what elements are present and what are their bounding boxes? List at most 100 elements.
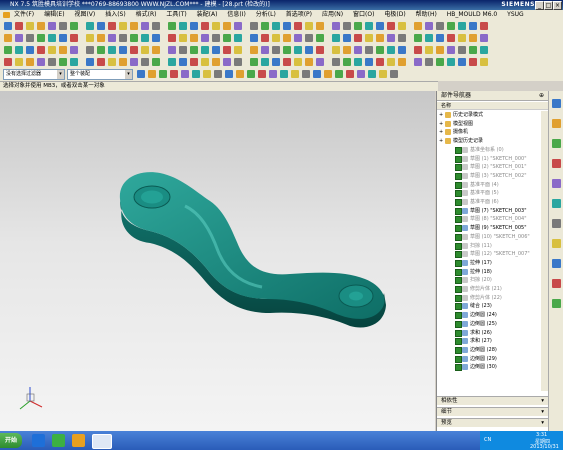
toolbar-icon[interactable] [376, 46, 384, 54]
toolbar-icon[interactable] [190, 58, 198, 66]
tree-node[interactable]: + 历史记录模式 [437, 111, 548, 119]
visibility-checkbox[interactable] [455, 233, 462, 241]
toolbar-icon[interactable] [398, 58, 406, 66]
toolbar-icon[interactable] [86, 58, 94, 66]
visibility-checkbox[interactable] [455, 286, 462, 293]
snap-point-icon[interactable] [324, 70, 332, 78]
visibility-checkbox[interactable] [455, 294, 462, 302]
toolbar-icon[interactable] [376, 58, 384, 66]
toolbar-icon[interactable] [272, 22, 280, 30]
visibility-checkbox[interactable] [455, 199, 462, 206]
toolbar-icon[interactable] [59, 46, 67, 54]
snap-point-icon[interactable] [203, 70, 211, 78]
menu-help[interactable]: 帮助(H) [416, 11, 437, 18]
visibility-checkbox[interactable] [455, 346, 462, 354]
toolbar-icon[interactable] [108, 58, 116, 66]
toolbar-icon[interactable] [250, 46, 258, 54]
toolbar-icon[interactable] [59, 34, 67, 42]
menu-preferences[interactable]: 首选项(P) [286, 11, 312, 18]
toolbar-icon[interactable] [141, 58, 149, 66]
toolbar-icon[interactable] [59, 58, 67, 66]
resource-tab-icon[interactable] [552, 259, 561, 268]
toolbar-icon[interactable] [26, 58, 34, 66]
toolbar-icon[interactable] [332, 22, 340, 30]
toolbar-icon[interactable] [119, 22, 127, 30]
menu-info[interactable]: 信息(I) [227, 11, 245, 18]
toolbar-icon[interactable] [354, 46, 362, 54]
visibility-checkbox[interactable] [455, 164, 462, 172]
panel-details[interactable]: 细节 ▾ [437, 407, 548, 416]
tree-node[interactable]: 草图 (10) "SKETCH_006" [437, 233, 548, 241]
toolbar-icon[interactable] [387, 22, 395, 30]
toolbar-icon[interactable] [70, 22, 78, 30]
tree-node[interactable]: 边倒圆 (25) [437, 320, 548, 328]
toolbar-icon[interactable] [190, 22, 198, 30]
visibility-checkbox[interactable] [455, 146, 462, 154]
snap-point-icon[interactable] [368, 70, 376, 78]
tree-node[interactable]: 求和 (27) [437, 337, 548, 346]
snap-point-icon[interactable] [247, 70, 255, 78]
toolbar-icon[interactable] [70, 46, 78, 54]
menu-file[interactable]: 文件(F) [14, 11, 34, 18]
toolbar-icon[interactable] [119, 34, 127, 42]
graphics-window[interactable] [0, 91, 435, 431]
tree-node[interactable]: 扫掠 (11) [437, 242, 548, 250]
toolbar-icon[interactable] [447, 46, 455, 54]
toolbar-icon[interactable] [316, 22, 324, 30]
toolbar-icon[interactable] [354, 22, 362, 30]
toolbar-icon[interactable] [305, 46, 313, 54]
toolbar-icon[interactable] [458, 46, 466, 54]
toolbar-icon[interactable] [26, 22, 34, 30]
toolbar-icon[interactable] [376, 34, 384, 42]
toolbar-icon[interactable] [26, 34, 34, 42]
toolbar-icon[interactable] [201, 58, 209, 66]
toolbar-icon[interactable] [212, 34, 220, 42]
tree-node[interactable]: 缝合 (23) [437, 302, 548, 311]
toolbar-icon[interactable] [343, 22, 351, 30]
tree-node[interactable]: 草图 (1) "SKETCH_000" [437, 155, 548, 163]
expand-icon[interactable]: + [439, 137, 443, 145]
visibility-checkbox[interactable] [455, 338, 462, 346]
toolbar-icon[interactable] [201, 22, 209, 30]
tree-node[interactable]: 求和 (26) [437, 329, 548, 337]
toolbar-icon[interactable] [365, 46, 373, 54]
toolbar-icon[interactable] [458, 58, 466, 66]
toolbar-icon[interactable] [37, 34, 45, 42]
toolbar-icon[interactable] [15, 34, 23, 42]
browser-app-icon[interactable] [52, 434, 65, 447]
plane-app-icon[interactable] [32, 434, 45, 447]
tree-node[interactable]: 修剪片体 (22) [437, 294, 548, 302]
toolbar-icon[interactable] [294, 46, 302, 54]
toolbar-icon[interactable] [250, 34, 258, 42]
resource-tab-icon[interactable] [552, 139, 561, 148]
tree-node[interactable]: 边倒圆 (30) [437, 363, 548, 372]
toolbar-icon[interactable] [152, 58, 160, 66]
snap-point-icon[interactable] [181, 70, 189, 78]
toolbar-icon[interactable] [447, 22, 455, 30]
menu-edit[interactable]: 编辑(E) [44, 11, 64, 18]
toolbar-icon[interactable] [59, 22, 67, 30]
toolbar-icon[interactable] [283, 58, 291, 66]
toolbar-icon[interactable] [212, 22, 220, 30]
toolbar-icon[interactable] [480, 58, 488, 66]
toolbar-icon[interactable] [250, 22, 258, 30]
menu-assembly[interactable]: 装配(A) [197, 11, 218, 18]
toolbar-icon[interactable] [97, 58, 105, 66]
tree-node[interactable]: 拉伸 (17) [437, 259, 548, 267]
snap-point-icon[interactable] [214, 70, 222, 78]
snap-point-icon[interactable] [159, 70, 167, 78]
toolbar-icon[interactable] [469, 22, 477, 30]
visibility-checkbox[interactable] [455, 155, 462, 163]
toolbar-icon[interactable] [294, 58, 302, 66]
panel-dependencies[interactable]: 相依性 ▾ [437, 396, 548, 405]
visibility-checkbox[interactable] [455, 242, 462, 250]
toolbar-icon[interactable] [250, 58, 258, 66]
toolbar-icon[interactable] [179, 22, 187, 30]
tree-node[interactable]: 草图 (9) "SKETCH_005" [437, 224, 548, 233]
toolbar-icon[interactable] [15, 46, 23, 54]
visibility-checkbox[interactable] [455, 329, 462, 337]
snap-point-icon[interactable] [170, 70, 178, 78]
toolbar-icon[interactable] [141, 34, 149, 42]
toolbar-icon[interactable] [469, 58, 477, 66]
toolbar-icon[interactable] [425, 34, 433, 42]
